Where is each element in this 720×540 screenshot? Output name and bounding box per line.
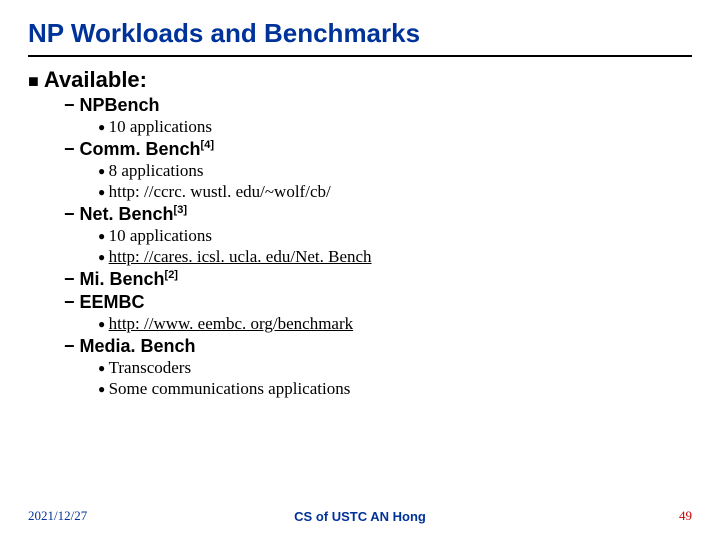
slide-title: NP Workloads and Benchmarks	[28, 18, 692, 57]
item-mibench-ref: [2]	[165, 269, 178, 281]
slide: NP Workloads and Benchmarks Available: N…	[0, 0, 720, 540]
footer-center: CS of USTC AN Hong	[0, 509, 720, 524]
heading-available: Available:	[28, 67, 692, 93]
item-npbench-label: NPBench	[80, 95, 160, 115]
item-netbench-label: Net. Bench	[80, 204, 174, 224]
item-commbench-ref: [4]	[201, 139, 214, 151]
item-mibench: Mi. Bench[2]	[64, 269, 692, 290]
footer-page-number: 49	[679, 508, 692, 524]
item-netbench: Net. Bench[3]	[64, 204, 692, 225]
item-mediabench: Media. Bench	[64, 336, 692, 357]
item-mediabench-sub2: Some communications applications	[98, 379, 692, 399]
footer: 2021/12/27 CS of USTC AN Hong 49	[0, 502, 720, 524]
item-commbench-label: Comm. Bench	[80, 139, 201, 159]
item-npbench-sub1: 10 applications	[98, 117, 692, 137]
item-commbench-sub2: http: //ccrc. wustl. edu/~wolf/cb/	[98, 182, 692, 202]
item-eembc-sub1: http: //www. eembc. org/benchmark	[98, 314, 692, 334]
item-mediabench-label: Media. Bench	[80, 336, 196, 356]
item-commbench-sub1: 8 applications	[98, 161, 692, 181]
item-commbench: Comm. Bench[4]	[64, 139, 692, 160]
item-netbench-sub2: http: //cares. icsl. ucla. edu/Net. Benc…	[98, 247, 692, 267]
item-mediabench-sub1: Transcoders	[98, 358, 692, 378]
item-mibench-label: Mi. Bench	[80, 269, 165, 289]
item-eembc: EEMBC	[64, 292, 692, 313]
item-netbench-sub1: 10 applications	[98, 226, 692, 246]
item-eembc-label: EEMBC	[80, 292, 145, 312]
item-npbench: NPBench	[64, 95, 692, 116]
item-netbench-ref: [3]	[174, 204, 187, 216]
